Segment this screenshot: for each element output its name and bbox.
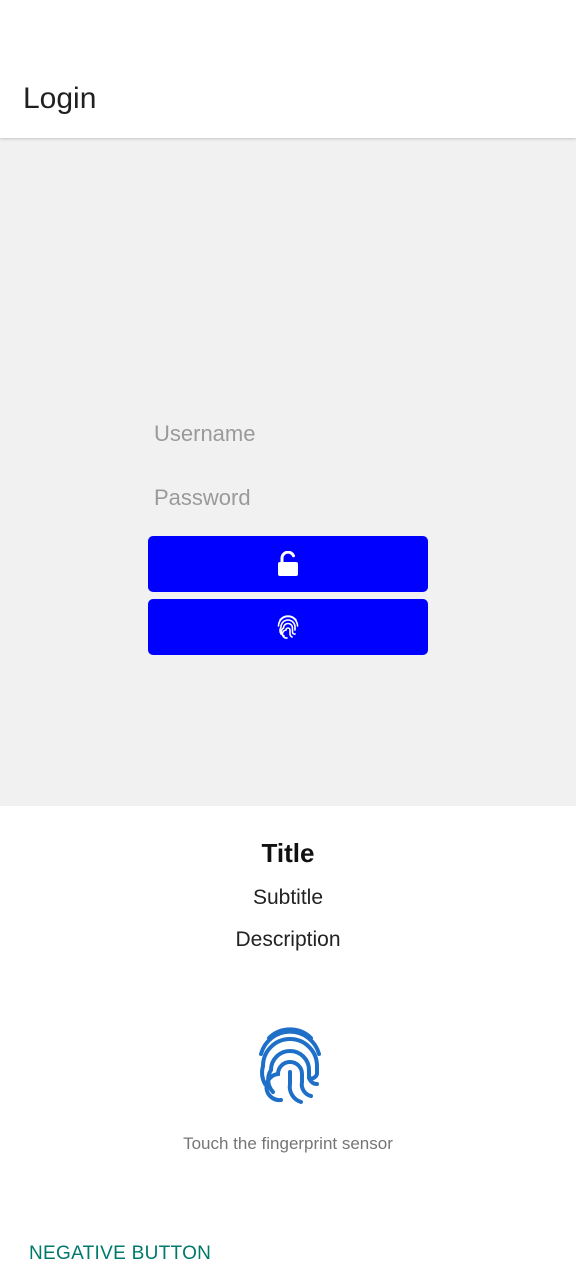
unlock-button[interactable] <box>148 536 428 592</box>
unlock-icon <box>278 551 298 576</box>
fingerprint-icon <box>259 1027 321 1104</box>
username-input[interactable] <box>154 414 426 454</box>
prompt-hint: Touch the fingerprint sensor <box>183 1134 393 1153</box>
screen: Login Title Subtitle De <box>0 0 576 1280</box>
prompt-description: Description <box>235 928 341 951</box>
page-title: Login <box>23 82 97 115</box>
fingerprint-icon <box>277 615 299 639</box>
prompt-title: Title <box>261 838 315 868</box>
negative-button[interactable]: NEGATIVE BUTTON <box>29 1243 211 1265</box>
prompt-subtitle: Subtitle <box>252 886 324 909</box>
biometric-prompt-sheet: Title Subtitle Description Touch the fin… <box>0 806 576 1280</box>
app-bar: Login <box>0 0 576 138</box>
fingerprint-login-button[interactable] <box>148 599 428 655</box>
login-content <box>0 138 576 806</box>
password-input[interactable] <box>154 478 426 518</box>
